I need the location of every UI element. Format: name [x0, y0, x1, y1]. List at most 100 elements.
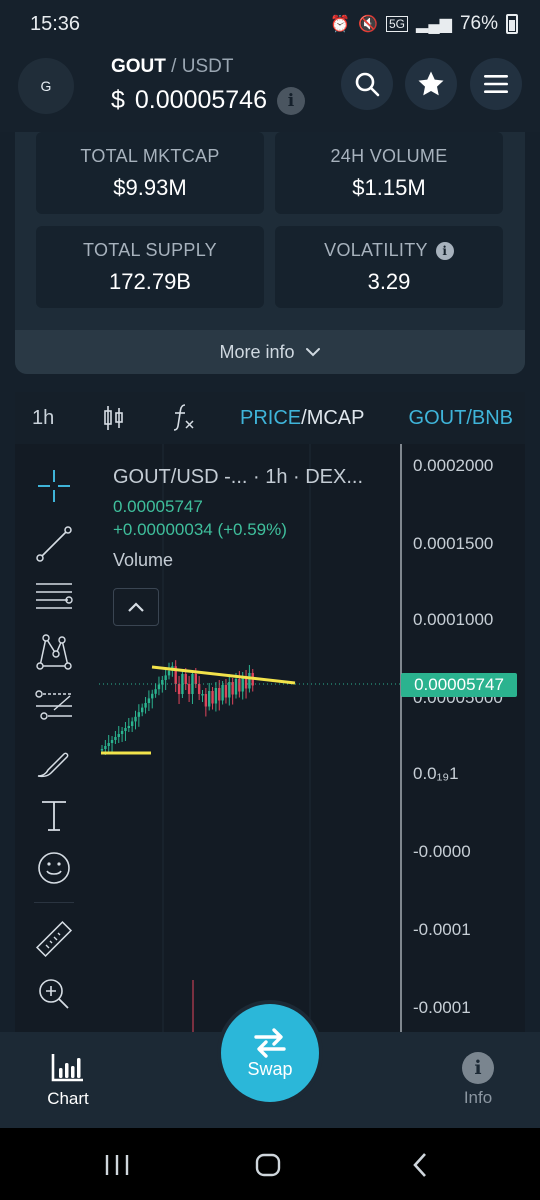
- back-icon[interactable]: [410, 1152, 430, 1178]
- candle-body: [238, 679, 241, 692]
- menu-button[interactable]: [470, 58, 522, 110]
- stat-label: TOTAL SUPPLY: [83, 240, 217, 260]
- candle-body: [127, 726, 130, 728]
- candle-body: [117, 734, 120, 737]
- candle-body: [134, 716, 137, 722]
- stat-value: 172.79B: [109, 269, 191, 294]
- candle-body: [184, 674, 187, 684]
- volatility-info-icon[interactable]: i: [435, 241, 454, 260]
- legend-change: +0.00000034 (+0.59%): [113, 520, 287, 539]
- network-type: 5G: [386, 16, 409, 32]
- candle-body: [218, 688, 221, 701]
- collapse-legend-button[interactable]: [113, 588, 159, 626]
- more-info-button[interactable]: More info: [15, 330, 525, 374]
- base-symbol: GOUT: [111, 56, 166, 77]
- token-price: $ 0.00005746 i: [111, 86, 305, 115]
- candle-body: [211, 691, 214, 704]
- current-price-tag: 0.00005747: [401, 673, 517, 697]
- currency-symbol: $: [111, 86, 125, 114]
- status-bar: 15:36 ⏰ 🔇 5G ▂▄▆ 76%: [0, 0, 540, 48]
- swap-label: Swap: [247, 1058, 293, 1079]
- candle-body: [137, 712, 141, 717]
- token-logo: G: [18, 58, 74, 114]
- star-icon: [418, 71, 444, 96]
- y-tick-label: -0.0001: [413, 920, 471, 939]
- nav-chart-label: Chart: [47, 1089, 89, 1108]
- candle-body: [104, 746, 107, 749]
- candle-body: [234, 679, 238, 695]
- resistance-trendline[interactable]: [151, 665, 296, 685]
- candle-body: [167, 670, 171, 676]
- price-info-icon[interactable]: i: [277, 86, 305, 115]
- chart-toolbar: 1h PRICE/MCAP GOUT/BNB: [15, 392, 525, 444]
- nav-chart[interactable]: Chart: [28, 1052, 108, 1109]
- candle-body: [110, 740, 114, 743]
- legend-last-price: 0.00005747: [113, 497, 203, 516]
- stat-value: $1.15M: [352, 175, 426, 200]
- pair-separator: /: [171, 56, 177, 77]
- token-stats-card: TOTAL MKTCAP $9.93M 24H VOLUME $1.15M TO…: [15, 132, 525, 374]
- system-nav-bar: [0, 1128, 540, 1200]
- stat-market-cap: TOTAL MKTCAP $9.93M: [36, 132, 264, 214]
- candle-body: [224, 685, 228, 698]
- home-icon[interactable]: [255, 1153, 281, 1177]
- stat-total-supply: TOTAL SUPPLY 172.79B: [36, 226, 264, 308]
- swap-button[interactable]: Swap: [221, 1004, 319, 1102]
- candle-body: [204, 694, 208, 707]
- indicators-button[interactable]: [171, 402, 197, 438]
- token-header: G GOUT / USDT $ 0.00005746 i: [0, 48, 540, 132]
- stat-value: 3.29: [367, 269, 411, 294]
- battery-icon: [506, 14, 518, 34]
- candle-body: [147, 698, 151, 703]
- candle-body: [201, 694, 204, 696]
- search-icon: [355, 72, 380, 97]
- candle-body: [151, 693, 154, 699]
- candle-body: [157, 684, 161, 690]
- chevron-down-icon: [305, 348, 320, 357]
- candle-body: [130, 721, 134, 726]
- quote-symbol: USDT: [181, 56, 234, 77]
- status-time: 15:36: [30, 12, 81, 35]
- candle-body: [208, 691, 211, 707]
- chart-legend: GOUT/USD -... · 1h · DEX... 0.00005747 +…: [113, 466, 363, 571]
- candle-body: [164, 675, 167, 680]
- stat-volume-24h: 24H VOLUME $1.15M: [275, 132, 503, 214]
- signal-icon: ▂▄▆: [416, 16, 452, 33]
- candle-body: [107, 743, 110, 746]
- search-button[interactable]: [341, 58, 393, 110]
- timeframe-selector[interactable]: 1h: [32, 407, 54, 430]
- stat-label: 24H VOLUME: [330, 146, 448, 166]
- stat-label-row: VOLATILITY i: [275, 240, 503, 261]
- mcap-option[interactable]: MCAP: [307, 407, 365, 429]
- candle-body: [100, 749, 104, 751]
- nav-info[interactable]: i Info: [438, 1052, 518, 1108]
- candle-body: [124, 728, 127, 731]
- pair-switch-button[interactable]: GOUT/BNB: [409, 407, 513, 430]
- alarm-icon: ⏰: [330, 16, 351, 33]
- recent-apps-icon[interactable]: [104, 1154, 130, 1176]
- chevron-up-icon: [128, 602, 144, 612]
- hamburger-icon: [484, 75, 508, 93]
- candle-body: [144, 703, 147, 708]
- candle-body: [177, 684, 181, 694]
- candle-body: [228, 682, 231, 698]
- y-tick-label: 0.0001000: [413, 610, 494, 629]
- price-chart[interactable]: GOUT/USD -... · 1h · DEX... 0.00005747 +…: [15, 444, 525, 1032]
- price-mcap-toggle[interactable]: PRICE/MCAP: [240, 407, 364, 430]
- price-value: 0.00005746: [134, 86, 267, 114]
- more-info-label: More info: [219, 341, 295, 362]
- candle-body: [120, 731, 124, 734]
- candle-body: [248, 673, 251, 689]
- stat-volatility: VOLATILITY i 3.29: [275, 226, 503, 308]
- stat-value: $9.93M: [113, 175, 187, 200]
- nav-info-label: Info: [463, 1088, 493, 1107]
- candle-body: [154, 689, 157, 694]
- pair-name: GOUT / USDT: [111, 56, 233, 78]
- y-tick-label: -0.0001: [413, 998, 471, 1017]
- candle-type-button[interactable]: [103, 404, 125, 438]
- info-icon: i: [462, 1052, 494, 1084]
- stat-label: TOTAL MKTCAP: [80, 146, 220, 166]
- candle-body: [194, 674, 197, 684]
- favorite-button[interactable]: [405, 58, 457, 110]
- price-option[interactable]: PRICE: [240, 407, 301, 429]
